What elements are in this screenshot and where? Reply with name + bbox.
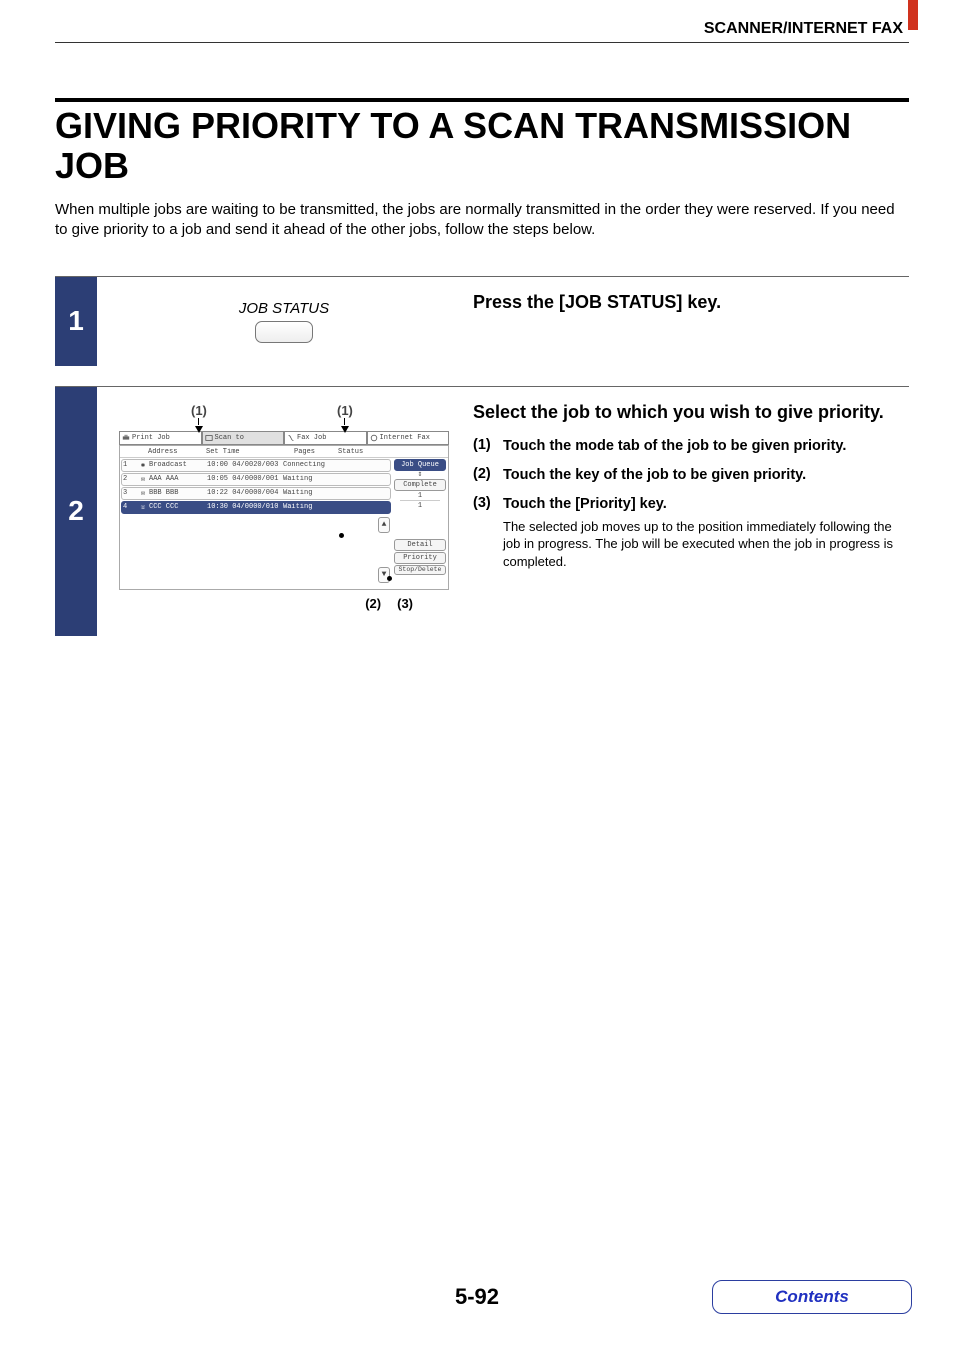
job-status-screen: (1) (1) Print Job Scan to [119,431,449,590]
instr-1-num: (1) [473,437,503,456]
job-status-label: JOB STATUS [239,300,329,317]
callout-1a: (1) [191,403,207,433]
col-settime: Set Time [206,448,294,456]
callout-3: (3) [397,596,413,611]
mail-icon: ✉ [137,489,149,498]
internet-fax-icon [370,434,378,442]
complete-button[interactable]: Complete [394,479,446,491]
step-2-heading: Select the job to which you wish to give… [473,401,909,424]
tab-fax-job[interactable]: Fax Job [284,431,367,444]
top-callouts: (1) (1) [119,403,449,431]
job-row-2[interactable]: 2 ✉ AAA AAA 10:05 04/01 000/001 Waiting [121,473,391,486]
step-2-graphic: (1) (1) Print Job Scan to [97,387,467,636]
tab-scan-to[interactable]: Scan to [202,431,285,444]
step-2-number: 2 [55,387,97,636]
instr-2-num: (2) [473,466,503,485]
title-rule [55,98,909,102]
section-title: SCANNER/INTERNET FAX [704,20,909,38]
mail-icon: ✉ [137,475,149,484]
priority-button[interactable]: Priority [394,552,446,564]
stop-delete-button[interactable]: Stop/Delete [394,565,446,575]
broadcast-icon: ✱ [137,461,149,470]
step-2-list: (1) Touch the mode tab of the job to be … [473,437,909,514]
accent-strip [908,0,918,30]
column-headers: Address Set Time Pages Status [120,446,448,458]
scroll-up-button[interactable]: ▲ [378,517,390,533]
step-1-heading: Press the [JOB STATUS] key. [473,291,909,314]
col-pages: Pages [294,448,338,456]
job-row-1[interactable]: 1 ✱ Broadcast 10:00 04/01 020/003 Connec… [121,459,391,472]
col-address: Address [148,448,206,456]
bottom-callouts: (2) (3) [119,596,449,611]
instr-3-num: (3) [473,495,503,514]
printer-icon [122,434,130,442]
side-panel: Job Queue ⇕ Complete 1 1 Detail Priority… [392,458,448,585]
scan-icon [205,434,213,442]
instr-3-text: Touch the [Priority] key. [503,495,667,514]
callout-1b: (1) [337,403,353,433]
tab-print-job[interactable]: Print Job [119,431,202,444]
instr-1-text: Touch the mode tab of the job to be give… [503,437,846,456]
job-queue-button[interactable]: Job Queue [394,459,446,471]
page-title: GIVING PRIORITY TO A SCAN TRANSMISSION J… [55,106,909,185]
step-1-number: 1 [55,277,97,366]
progress-current: 1 [400,492,440,501]
step-1-graphic: JOB STATUS [97,277,467,366]
contents-button[interactable]: Contents [712,1280,912,1314]
instr-2-text: Touch the key of the job to be given pri… [503,466,806,485]
header-bar: SCANNER/INTERNET FAX [55,20,909,43]
job-rows: 1 ✱ Broadcast 10:00 04/01 020/003 Connec… [120,458,392,585]
callout-3-dot [387,576,392,581]
job-row-3[interactable]: 3 ✉ BBB BBB 10:22 04/01 000/004 Waiting [121,487,391,500]
instr-3-body: The selected job moves up to the positio… [503,518,909,571]
intro-text: When multiple jobs are waiting to be tra… [55,200,909,241]
callout-2-dot [339,533,344,538]
step-2: 2 (1) (1) Print Job [55,386,909,636]
job-row-4-selected[interactable]: 4 ☏ CCC CCC 10:30 04/01 000/010 Waiting [121,501,391,514]
page: SCANNER/INTERNET FAX GIVING PRIORITY TO … [0,0,954,636]
toggle-arrow-icon: ⇕ [394,472,446,478]
mode-tabs: Print Job Scan to Fax Job Internet Fax [119,431,449,445]
col-status: Status [338,448,394,456]
fax-icon [287,434,295,442]
step-1: 1 JOB STATUS Press the [JOB STATUS] key. [55,276,909,366]
tab-internet-fax[interactable]: Internet Fax [367,431,450,444]
progress-total: 1 [394,502,446,510]
job-status-key[interactable] [255,321,313,343]
detail-button[interactable]: Detail [394,539,446,551]
callout-2: (2) [365,596,381,611]
fax-row-icon: ☏ [137,503,149,512]
